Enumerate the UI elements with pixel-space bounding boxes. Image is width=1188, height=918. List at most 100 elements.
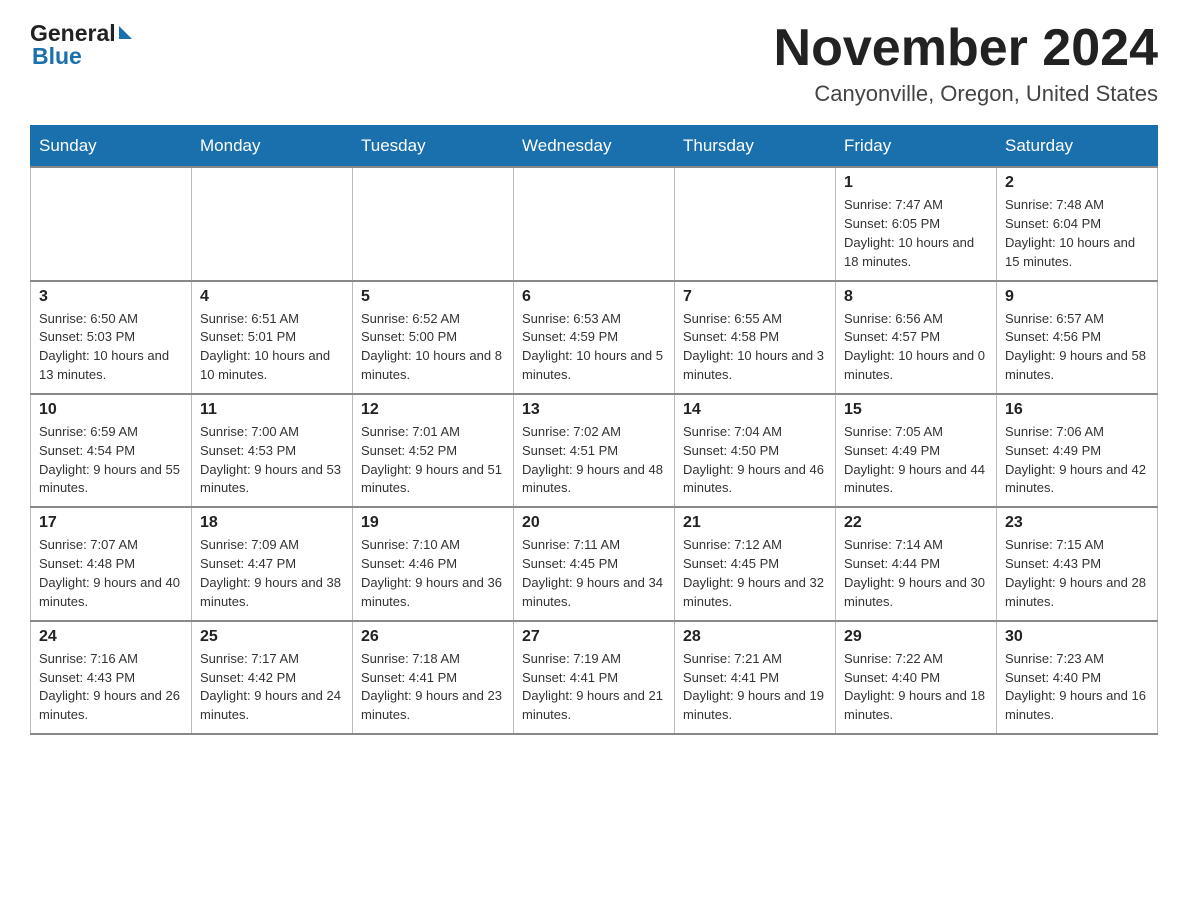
calendar-day-cell: 25 Sunrise: 7:17 AMSunset: 4:42 PMDayligh… (192, 621, 353, 734)
calendar-day-cell: 14 Sunrise: 7:04 AMSunset: 4:50 PMDayligh… (675, 394, 836, 507)
day-info: Sunrise: 7:23 AMSunset: 4:40 PMDaylight:… (1005, 650, 1149, 725)
calendar-day-cell: 16Sunrise: 7:06 AMSunset: 4:49 PMDayligh… (997, 394, 1158, 507)
calendar-day-cell: 19 Sunrise: 7:10 AMSunset: 4:46 PMDayligh… (353, 507, 514, 620)
calendar-header-row: SundayMondayTuesdayWednesdayThursdayFrid… (31, 126, 1158, 168)
day-info: Sunrise: 7:02 AMSunset: 4:51 PMDaylight:… (522, 423, 666, 498)
calendar-day-cell (353, 167, 514, 280)
day-number: 10 (39, 401, 183, 419)
day-number: 3 (39, 288, 183, 306)
month-title: November 2024 (774, 20, 1158, 77)
calendar-week-row: 3 Sunrise: 6:50 AMSunset: 5:03 PMDaylight… (31, 281, 1158, 394)
day-number: 14 (683, 401, 827, 419)
calendar-day-cell: 11Sunrise: 7:00 AMSunset: 4:53 PMDayligh… (192, 394, 353, 507)
day-number: 19 (361, 514, 505, 532)
calendar-day-cell: 22Sunrise: 7:14 AMSunset: 4:44 PMDayligh… (836, 507, 997, 620)
day-number: 22 (844, 514, 988, 532)
calendar-day-cell: 27 Sunrise: 7:19 AMSunset: 4:41 PMDayligh… (514, 621, 675, 734)
logo-blue-text: Blue (32, 43, 82, 70)
calendar-day-cell: 7 Sunrise: 6:55 AMSunset: 4:58 PMDaylight… (675, 281, 836, 394)
calendar-day-cell: 23Sunrise: 7:15 AMSunset: 4:43 PMDayligh… (997, 507, 1158, 620)
logo-triangle-icon (119, 26, 132, 39)
day-info: Sunrise: 7:11 AMSunset: 4:45 PMDaylight:… (522, 536, 666, 611)
day-number: 27 (522, 628, 666, 646)
calendar-day-header: Wednesday (514, 126, 675, 168)
calendar-day-cell: 26 Sunrise: 7:18 AMSunset: 4:41 PMDayligh… (353, 621, 514, 734)
day-number: 17 (39, 514, 183, 532)
day-info: Sunrise: 6:56 AMSunset: 4:57 PMDaylight:… (844, 310, 988, 385)
day-number: 26 (361, 628, 505, 646)
calendar-day-cell: 9 Sunrise: 6:57 AMSunset: 4:56 PMDaylight… (997, 281, 1158, 394)
calendar-day-cell: 29Sunrise: 7:22 AMSunset: 4:40 PMDayligh… (836, 621, 997, 734)
calendar-week-row: 17 Sunrise: 7:07 AMSunset: 4:48 PMDayligh… (31, 507, 1158, 620)
day-number: 16 (1005, 401, 1149, 419)
calendar-day-cell: 20 Sunrise: 7:11 AMSunset: 4:45 PMDayligh… (514, 507, 675, 620)
day-info: Sunrise: 6:59 AMSunset: 4:54 PMDaylight:… (39, 423, 183, 498)
calendar-day-cell (514, 167, 675, 280)
calendar-day-header: Tuesday (353, 126, 514, 168)
calendar-day-cell: 17 Sunrise: 7:07 AMSunset: 4:48 PMDayligh… (31, 507, 192, 620)
day-info: Sunrise: 7:07 AMSunset: 4:48 PMDaylight:… (39, 536, 183, 611)
location-title: Canyonville, Oregon, United States (774, 81, 1158, 107)
day-info: Sunrise: 7:01 AMSunset: 4:52 PMDaylight:… (361, 423, 505, 498)
day-number: 7 (683, 288, 827, 306)
calendar-week-row: 1 Sunrise: 7:47 AMSunset: 6:05 PMDaylight… (31, 167, 1158, 280)
day-info: Sunrise: 6:55 AMSunset: 4:58 PMDaylight:… (683, 310, 827, 385)
day-info: Sunrise: 7:47 AMSunset: 6:05 PMDaylight:… (844, 196, 988, 271)
day-number: 18 (200, 514, 344, 532)
day-number: 5 (361, 288, 505, 306)
day-info: Sunrise: 7:09 AMSunset: 4:47 PMDaylight:… (200, 536, 344, 611)
calendar-day-cell: 1 Sunrise: 7:47 AMSunset: 6:05 PMDaylight… (836, 167, 997, 280)
day-number: 15 (844, 401, 988, 419)
day-number: 6 (522, 288, 666, 306)
calendar-day-cell: 18 Sunrise: 7:09 AMSunset: 4:47 PMDayligh… (192, 507, 353, 620)
day-info: Sunrise: 7:19 AMSunset: 4:41 PMDaylight:… (522, 650, 666, 725)
calendar-day-cell: 10 Sunrise: 6:59 AMSunset: 4:54 PMDayligh… (31, 394, 192, 507)
day-number: 20 (522, 514, 666, 532)
calendar-day-header: Saturday (997, 126, 1158, 168)
day-number: 24 (39, 628, 183, 646)
calendar-day-cell: 6 Sunrise: 6:53 AMSunset: 4:59 PMDaylight… (514, 281, 675, 394)
calendar-day-header: Sunday (31, 126, 192, 168)
calendar-day-cell: 8 Sunrise: 6:56 AMSunset: 4:57 PMDaylight… (836, 281, 997, 394)
day-info: Sunrise: 7:04 AMSunset: 4:50 PMDaylight:… (683, 423, 827, 498)
calendar-day-cell: 5 Sunrise: 6:52 AMSunset: 5:00 PMDaylight… (353, 281, 514, 394)
calendar-day-cell (31, 167, 192, 280)
day-info: Sunrise: 7:21 AMSunset: 4:41 PMDaylight:… (683, 650, 827, 725)
day-number: 29 (844, 628, 988, 646)
day-number: 13 (522, 401, 666, 419)
day-number: 30 (1005, 628, 1149, 646)
day-info: Sunrise: 7:05 AMSunset: 4:49 PMDaylight:… (844, 423, 988, 498)
day-number: 9 (1005, 288, 1149, 306)
day-info: Sunrise: 7:00 AMSunset: 4:53 PMDaylight:… (200, 423, 344, 498)
day-number: 25 (200, 628, 344, 646)
calendar-week-row: 24 Sunrise: 7:16 AMSunset: 4:43 PMDayligh… (31, 621, 1158, 734)
calendar-day-cell: 12 Sunrise: 7:01 AMSunset: 4:52 PMDayligh… (353, 394, 514, 507)
day-number: 28 (683, 628, 827, 646)
day-number: 12 (361, 401, 505, 419)
calendar-day-cell: 30 Sunrise: 7:23 AMSunset: 4:40 PMDayligh… (997, 621, 1158, 734)
day-info: Sunrise: 7:15 AMSunset: 4:43 PMDaylight:… (1005, 536, 1149, 611)
calendar-day-cell: 4Sunrise: 6:51 AMSunset: 5:01 PMDaylight… (192, 281, 353, 394)
day-number: 2 (1005, 174, 1149, 192)
calendar-day-cell: 3 Sunrise: 6:50 AMSunset: 5:03 PMDaylight… (31, 281, 192, 394)
day-info: Sunrise: 7:16 AMSunset: 4:43 PMDaylight:… (39, 650, 183, 725)
day-info: Sunrise: 7:18 AMSunset: 4:41 PMDaylight:… (361, 650, 505, 725)
day-info: Sunrise: 6:52 AMSunset: 5:00 PMDaylight:… (361, 310, 505, 385)
calendar-day-cell (675, 167, 836, 280)
logo: General Blue (30, 20, 132, 70)
day-info: Sunrise: 7:10 AMSunset: 4:46 PMDaylight:… (361, 536, 505, 611)
calendar-day-cell: 13 Sunrise: 7:02 AMSunset: 4:51 PMDayligh… (514, 394, 675, 507)
day-info: Sunrise: 6:57 AMSunset: 4:56 PMDaylight:… (1005, 310, 1149, 385)
calendar-day-cell: 15 Sunrise: 7:05 AMSunset: 4:49 PMDayligh… (836, 394, 997, 507)
calendar-table: SundayMondayTuesdayWednesdayThursdayFrid… (30, 125, 1158, 735)
day-number: 8 (844, 288, 988, 306)
day-info: Sunrise: 6:50 AMSunset: 5:03 PMDaylight:… (39, 310, 183, 385)
calendar-day-cell: 24 Sunrise: 7:16 AMSunset: 4:43 PMDayligh… (31, 621, 192, 734)
calendar-day-header: Thursday (675, 126, 836, 168)
calendar-week-row: 10 Sunrise: 6:59 AMSunset: 4:54 PMDayligh… (31, 394, 1158, 507)
calendar-day-header: Monday (192, 126, 353, 168)
day-info: Sunrise: 6:53 AMSunset: 4:59 PMDaylight:… (522, 310, 666, 385)
calendar-day-cell: 21Sunrise: 7:12 AMSunset: 4:45 PMDayligh… (675, 507, 836, 620)
day-number: 1 (844, 174, 988, 192)
day-info: Sunrise: 7:17 AMSunset: 4:42 PMDaylight:… (200, 650, 344, 725)
